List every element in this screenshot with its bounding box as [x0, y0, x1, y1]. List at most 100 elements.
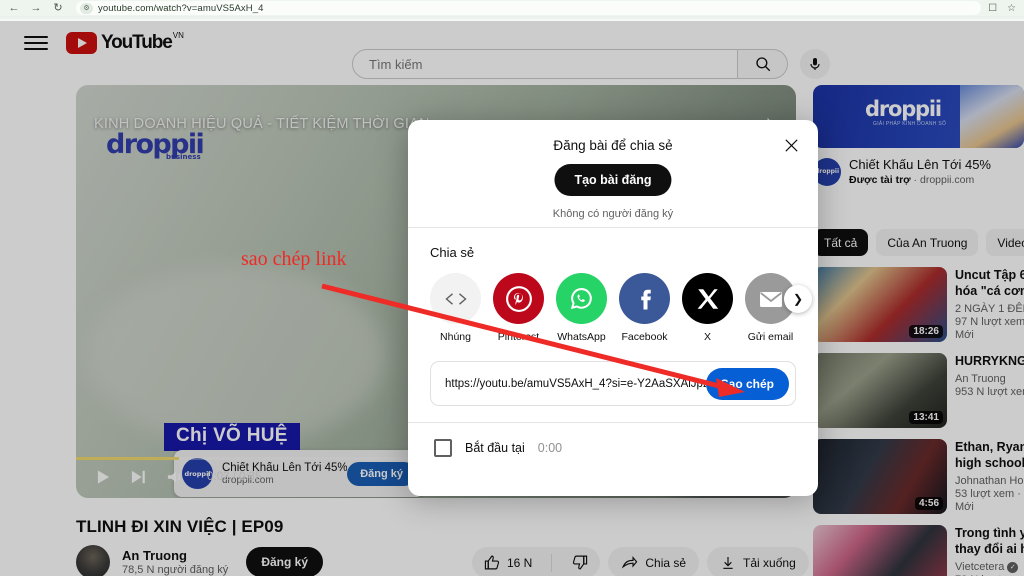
list-item[interactable]: 4:56 Ethan, Ryan tậ high school ch Johna… [813, 439, 1024, 514]
subscribe-button[interactable]: Đăng ký [246, 547, 323, 576]
forward-icon[interactable]: → [28, 0, 44, 16]
sidebar-filter-chips: Tất cả Của An Truong Video có [813, 229, 1024, 256]
dislike-button[interactable] [559, 547, 600, 576]
sidebar-ad-figure [960, 85, 1024, 148]
hamburger-icon[interactable] [24, 31, 48, 55]
search-icon [755, 57, 770, 72]
search-placeholder: Tìm kiếm [369, 56, 423, 72]
cast-icon[interactable]: ☐ [988, 3, 997, 14]
chip-videos-with[interactable]: Video có [986, 229, 1024, 256]
list-item[interactable]: 18:26 Uncut Tập 66: hóa "cá cơm" n 2 NGÀ… [813, 267, 1024, 342]
share-button-label: Chia sẻ [645, 555, 687, 570]
video-thumbnail[interactable]: 4:56 [813, 439, 947, 514]
sidebar-ad-unit: droppii GIẢI PHÁP KINH DOANH SỐ droppii … [813, 85, 1024, 186]
ad-brand-logo: droppii business [106, 129, 205, 161]
video-title-line2: hóa "cá cơm" n [955, 284, 1024, 298]
share-dialog-header: Đăng bài để chia sẻ Tạo bài đăng Không c… [408, 120, 818, 228]
list-item[interactable]: 13:41 HURRYKNG ĐI An Truong 953 N lượt x… [813, 353, 1024, 428]
back-icon[interactable]: ← [6, 0, 22, 16]
search-input[interactable]: Tìm kiếm [352, 49, 738, 79]
video-title-line2: high school ch [955, 456, 1024, 470]
youtube-play-icon [66, 31, 97, 54]
sidebar-ad-meta: Được tài trợ · droppii.com [849, 174, 975, 186]
share-button[interactable]: Chia sẻ [608, 547, 700, 576]
facebook-icon [619, 273, 670, 324]
sidebar-ad-banner[interactable]: droppii GIẢI PHÁP KINH DOANH SỐ [813, 85, 1024, 148]
share-option-label: WhatsApp [557, 331, 606, 343]
play-icon[interactable] [96, 469, 111, 485]
download-button[interactable]: Tải xuống [707, 547, 809, 576]
share-option-x[interactable]: X [682, 273, 733, 343]
ad-brand-logo-sub: business [166, 153, 201, 161]
like-button[interactable]: 16 N [472, 547, 544, 576]
site-settings-icon[interactable]: ⚙ [80, 2, 93, 14]
x-twitter-icon [682, 273, 733, 324]
ad-name-banner: Chị VÕ HUỆ [164, 423, 300, 451]
channel-avatar[interactable] [76, 545, 110, 576]
video-stats: 953 N lượt xem · [955, 386, 1024, 398]
video-channel: Vietcetera ✓ [955, 561, 1024, 573]
player-timestamp: 0:02 / 0:35 [207, 471, 262, 483]
sidebar-ad-url: droppii.com [919, 174, 975, 186]
modal-divider [408, 422, 818, 423]
video-badge: Mới [955, 501, 974, 513]
video-title: TLINH ĐI XIN VIỆC | EP09 [76, 517, 284, 536]
search-area: Tìm kiếm [352, 49, 830, 79]
close-icon[interactable] [778, 132, 804, 158]
sidebar-ad-info[interactable]: droppii Chiết Khấu Lên Tới 45% Được tài … [813, 157, 1024, 186]
like-count: 16 N [507, 555, 533, 570]
video-stats: 53 lượt xem · 3 [955, 488, 1024, 500]
share-option-label: X [703, 331, 711, 343]
annotation-text: sao chép link [241, 248, 347, 270]
youtube-logo[interactable]: YouTube VN [66, 31, 184, 54]
list-item[interactable]: 33:14 Trong tình yêu thay đổi ai hết Vie… [813, 525, 1024, 576]
share-url-field[interactable]: https://youtu.be/amuVS5AxH_4?si=e-Y2AaSX… [430, 361, 796, 406]
share-option-embed[interactable]: Nhúng [430, 273, 481, 343]
video-title-line2: thay đổi ai hết [955, 542, 1024, 556]
browser-toolbar-right: ☐ ☆ [988, 3, 1016, 14]
video-title-line1: Ethan, Ryan tậ [955, 440, 1024, 454]
video-duration: 18:26 [909, 325, 943, 338]
sidebar-ad-title: Chiết Khấu Lên Tới 45% [849, 157, 991, 172]
star-icon[interactable]: ☆ [1007, 3, 1016, 14]
thumbs-down-icon [573, 555, 588, 570]
video-title-line1: Trong tình yêu [955, 526, 1024, 540]
chip-from-channel[interactable]: Của An Truong [876, 229, 979, 256]
microphone-icon [810, 58, 820, 70]
channel-name[interactable]: An Truong [122, 548, 228, 563]
video-title-line1: Uncut Tập 66: [955, 268, 1024, 282]
share-option-pinterest[interactable]: Pinterest [493, 273, 544, 343]
screen: ← → ↻ ⚙ youtube.com/watch?v=amuVS5AxH_4 … [0, 0, 1024, 576]
sidebar-ad-tagline: GIẢI PHÁP KINH DOANH SỐ [873, 121, 947, 127]
action-separator [551, 553, 553, 572]
channel-row: An Truong 78,5 N người đăng ký Đăng ký [76, 545, 323, 576]
masthead: YouTube VN Tìm kiếm [0, 21, 1024, 79]
chevron-right-icon[interactable]: ❯ [784, 285, 812, 313]
volume-icon[interactable] [167, 469, 185, 485]
search-button[interactable] [738, 49, 788, 79]
start-at-row[interactable]: Bắt đầu tại 0:00 [434, 439, 818, 457]
chip-all[interactable]: Tất cả [813, 229, 869, 256]
video-thumbnail[interactable]: 33:14 [813, 525, 947, 576]
embed-code-icon [430, 273, 481, 324]
player-wall-blur [86, 265, 386, 445]
create-post-button[interactable]: Tạo bài đăng [554, 164, 672, 196]
video-thumbnail[interactable]: 18:26 [813, 267, 947, 342]
download-button-label: Tải xuống [743, 555, 796, 570]
video-thumbnail[interactable]: 13:41 [813, 353, 947, 428]
video-title-line1: HURRYKNG ĐI [955, 354, 1024, 368]
share-dialog: Đăng bài để chia sẻ Tạo bài đăng Không c… [408, 120, 818, 496]
share-option-whatsapp[interactable]: WhatsApp [556, 273, 607, 343]
sidebar-ad-brand: droppii [865, 97, 942, 121]
video-channel-name: Vietcetera [955, 561, 1005, 573]
next-icon[interactable] [131, 469, 147, 485]
voice-search-button[interactable] [800, 49, 830, 79]
start-at-checkbox[interactable] [434, 439, 452, 457]
share-option-label: Nhúng [440, 331, 471, 343]
share-option-facebook[interactable]: Facebook [619, 273, 670, 343]
video-stats: 97 N lượt xem · [955, 316, 1024, 328]
reload-icon[interactable]: ↻ [50, 0, 66, 16]
video-badge: Mới [955, 329, 974, 341]
address-bar[interactable]: ⚙ youtube.com/watch?v=amuVS5AxH_4 [76, 1, 981, 15]
copy-link-button[interactable]: Sao chép [705, 367, 789, 400]
